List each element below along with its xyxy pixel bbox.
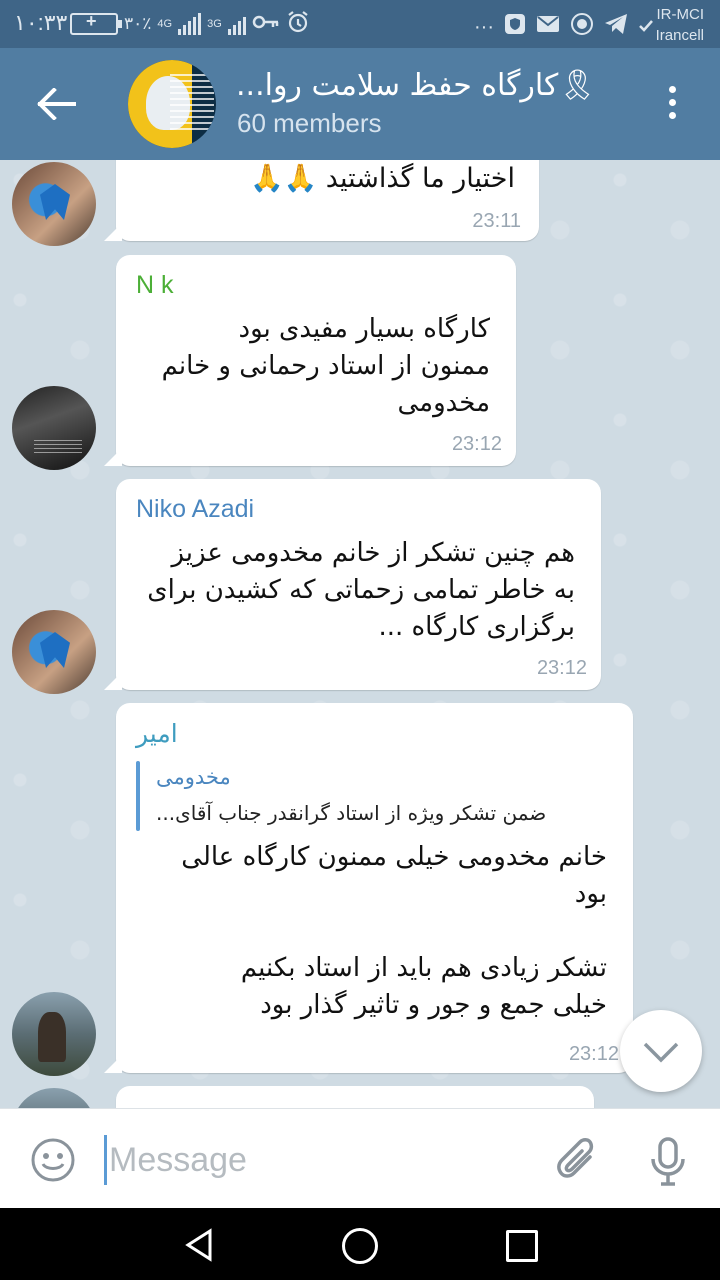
- message-input[interactable]: [104, 1135, 531, 1185]
- message-bubble[interactable]: N k کارگاه بسیار مفیدی بود ممنون از استا…: [116, 255, 516, 466]
- nav-back-icon[interactable]: [184, 1228, 214, 1266]
- key-icon: [252, 14, 280, 35]
- nav-home-icon[interactable]: [342, 1228, 378, 1264]
- microphone-button[interactable]: [648, 1135, 688, 1189]
- message-time: 23:12: [451, 433, 502, 455]
- nav-recents-icon[interactable]: [506, 1230, 538, 1262]
- microphone-icon: [651, 1137, 685, 1186]
- bubble-tail: [104, 223, 122, 241]
- sender-avatar[interactable]: [12, 1088, 96, 1108]
- status-bar: ۱۰:۳۳ + ۳۰٪ 4G 3G ··· IR-MCI Irancell: [0, 0, 720, 48]
- scroll-down-button[interactable]: [620, 1010, 702, 1092]
- message-bubble[interactable]: [116, 1086, 594, 1108]
- mail-icon: [536, 14, 560, 40]
- sender-avatar[interactable]: [12, 162, 96, 246]
- member-count[interactable]: 60 members: [237, 108, 382, 139]
- message-time: 23:11: [472, 210, 521, 232]
- telegram-icon: [604, 13, 628, 41]
- back-arrow-icon[interactable]: [36, 87, 76, 121]
- carrier-info: IR-MCI Irancell: [656, 4, 704, 46]
- chat-header: 🎗کارگاه حفظ سلامت روا... 60 members: [0, 48, 720, 160]
- check-icon: [638, 16, 654, 39]
- shield-icon: [504, 13, 526, 41]
- sender-name[interactable]: امیر: [136, 719, 178, 749]
- chevron-down-icon: [643, 1042, 679, 1063]
- message-time: 23:12: [568, 1043, 619, 1065]
- carrier-1: IR-MCI: [656, 6, 705, 23]
- chat-title[interactable]: 🎗کارگاه حفظ سلامت روا...: [236, 68, 616, 112]
- attach-button[interactable]: [556, 1137, 600, 1185]
- status-left-icons: + ۳۰٪ 4G 3G: [70, 8, 310, 40]
- signal-icon: [178, 13, 202, 35]
- message-list[interactable]: اختیار ما گذاشتید 🙏🙏 23:11 N k کارگاه بس…: [0, 160, 720, 1108]
- signal-icon-2: [227, 13, 246, 35]
- sender-name[interactable]: Niko Azadi: [136, 495, 254, 524]
- reply-text: ضمن تشکر ویژه از استاد گرانقدر جناب آقای…: [156, 801, 547, 825]
- alarm-icon: [286, 10, 310, 39]
- battery-percent: ۳۰٪: [124, 14, 152, 33]
- status-time: ۱۰:۳۳: [14, 10, 68, 35]
- sender-avatar[interactable]: [12, 610, 96, 694]
- sender-avatar[interactable]: [12, 386, 96, 470]
- sender-avatar[interactable]: [12, 992, 96, 1076]
- message-text: هم چنین تشکر از خانم مخدومی عزیز به خاطر…: [147, 538, 575, 642]
- message-composer: [0, 1108, 720, 1209]
- emoji-button[interactable]: [30, 1137, 76, 1183]
- reply-quote-bar: [136, 761, 140, 831]
- message-text: کارگاه بسیار مفیدی بود ممنون از استاد رح…: [161, 314, 490, 418]
- network-type-2: 3G: [207, 18, 222, 30]
- more-dots-icon: ···: [474, 15, 494, 38]
- smiley-icon: [31, 1138, 75, 1182]
- message-text: خانم مخدومی خیلی ممنون کارگاه عالی بود ت…: [181, 842, 607, 1020]
- message-bubble[interactable]: اختیار ما گذاشتید 🙏🙏 23:11: [116, 160, 539, 241]
- message-bubble[interactable]: امیر مخدومی ضمن تشکر ویژه از استاد گرانق…: [116, 703, 633, 1073]
- group-avatar[interactable]: [128, 60, 216, 148]
- carrier-2: Irancell: [655, 27, 704, 44]
- reply-preview[interactable]: مخدومی ضمن تشکر ویژه از استاد گرانقدر جن…: [156, 761, 616, 833]
- reply-author: مخدومی: [156, 765, 231, 789]
- emblem-icon: [570, 12, 594, 42]
- navigation-bar: [0, 1208, 720, 1280]
- bubble-tail: [104, 672, 122, 690]
- message-text: اختیار ما گذاشتید 🙏🙏: [249, 163, 515, 194]
- message-bubble[interactable]: Niko Azadi هم چنین تشکر از خانم مخدومی ع…: [116, 479, 601, 690]
- status-right-icons: ···: [474, 12, 654, 42]
- bubble-tail: [104, 448, 122, 466]
- paperclip-icon: [557, 1138, 594, 1178]
- battery-icon: +: [70, 11, 122, 35]
- more-options-icon[interactable]: [664, 86, 680, 126]
- sender-name[interactable]: N k: [136, 271, 174, 300]
- network-type-1: 4G: [157, 18, 173, 30]
- message-time: 23:12: [536, 657, 587, 679]
